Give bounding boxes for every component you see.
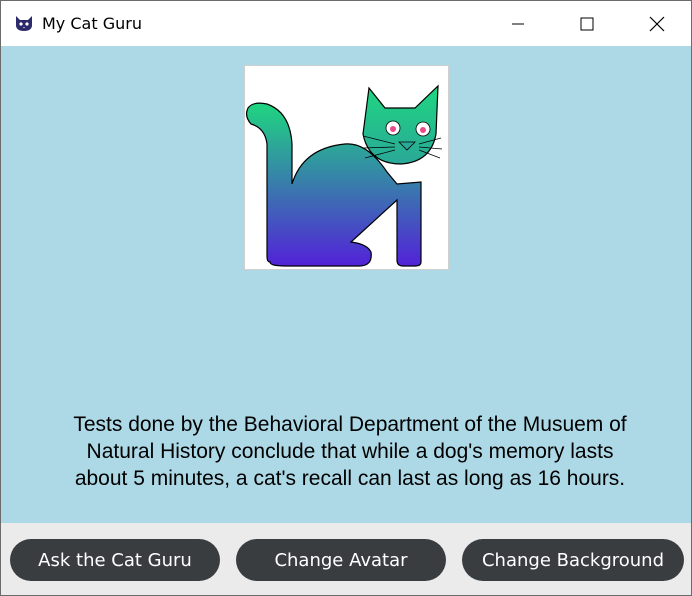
avatar-frame	[244, 65, 449, 270]
cat-avatar-icon	[245, 84, 443, 267]
button-bar: Ask the Cat Guru Change Avatar Change Ba…	[1, 523, 691, 595]
maximize-button[interactable]	[564, 1, 610, 46]
maximize-icon	[580, 17, 594, 30]
close-button[interactable]	[634, 1, 680, 46]
change-avatar-button[interactable]: Change Avatar	[236, 539, 446, 581]
close-icon	[649, 16, 665, 31]
minimize-icon	[512, 23, 524, 24]
app-window: My Cat Guru Tests done by the Behavioral…	[0, 0, 692, 596]
cat-head-icon	[16, 16, 32, 31]
title-bar[interactable]: My Cat Guru	[1, 1, 691, 46]
ask-cat-guru-button[interactable]: Ask the Cat Guru	[10, 539, 220, 581]
minimize-button[interactable]	[495, 1, 541, 46]
change-background-button[interactable]: Change Background	[462, 539, 684, 581]
cat-fact-text: Tests done by the Behavioral Department …	[73, 413, 627, 490]
content-area: Tests done by the Behavioral Department …	[1, 46, 691, 523]
window-title: My Cat Guru	[42, 14, 142, 33]
